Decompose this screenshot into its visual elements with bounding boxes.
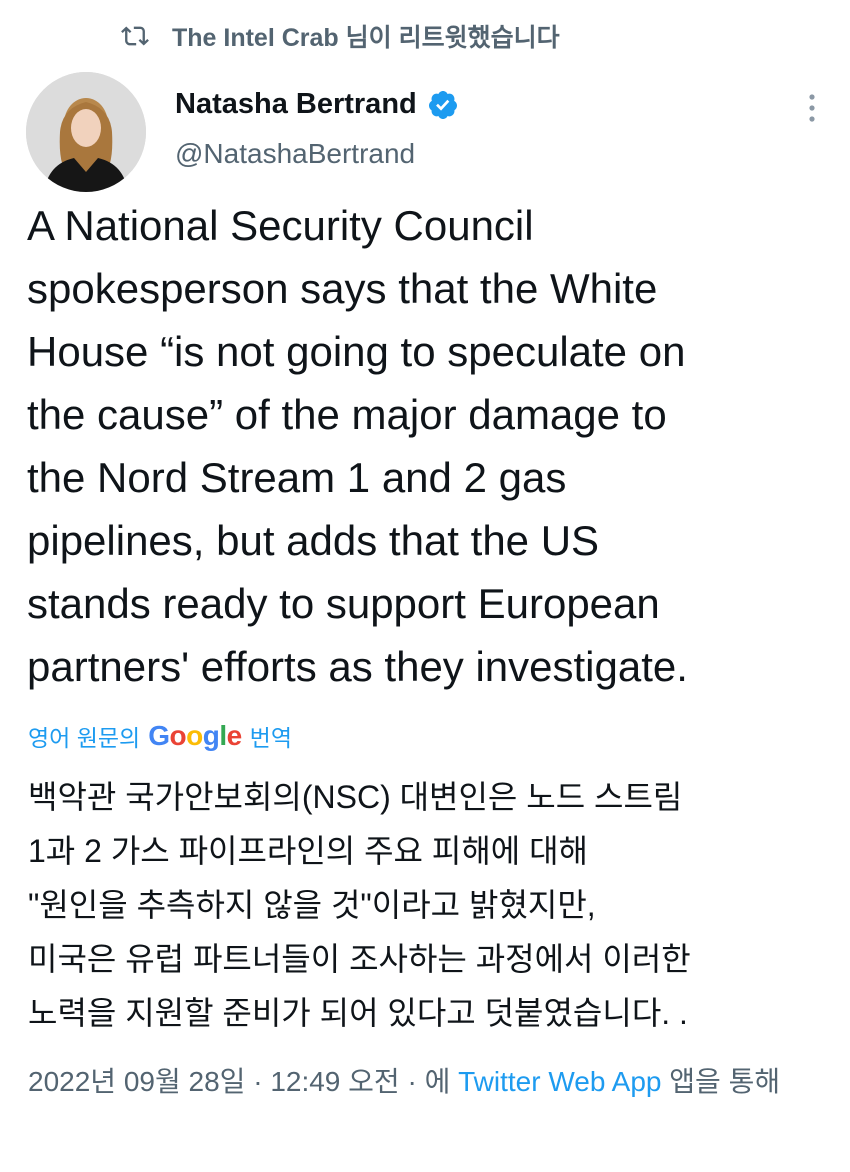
author-handle[interactable]: @NatashaBertrand [175, 138, 415, 170]
tweet-time[interactable]: 12:49 오전 [270, 1066, 399, 1097]
google-logo-letter: l [219, 720, 227, 751]
author-name-row[interactable]: Natasha Bertrand [175, 88, 459, 121]
more-options-icon[interactable] [806, 92, 818, 124]
google-logo: Google [148, 720, 243, 752]
retweet-icon [121, 26, 149, 46]
google-logo-letter: o [169, 720, 187, 751]
tweet-date[interactable]: 2022년 09월 28일 [28, 1066, 245, 1097]
meta-separator: · [399, 1066, 425, 1097]
via-suffix: 앱을 통해 [661, 1066, 781, 1097]
tweet-text: A National Security Council spokesperson… [27, 202, 688, 690]
retweet-context[interactable]: The Intel Crab 님이 리트윗했습니다 [118, 18, 560, 54]
google-logo-letter: e [226, 720, 243, 751]
retweet-label: The Intel Crab 님이 리트윗했습니다 [172, 24, 560, 52]
meta-separator: · [245, 1066, 271, 1097]
translation-attribution[interactable]: 영어 원문의 Google 번역 [28, 714, 292, 758]
profile-avatar[interactable] [26, 72, 146, 192]
google-logo-letter: G [148, 720, 170, 751]
verified-badge-icon [428, 90, 457, 119]
display-name[interactable]: Natasha Bertrand [175, 88, 417, 121]
avatar-image [26, 72, 146, 192]
tweet-metadata: 2022년 09월 28일 · 12:49 오전 · 에 Twitter Web… [28, 1060, 818, 1104]
google-logo-letter: o [186, 720, 203, 751]
translation-suffix: 번역 [249, 725, 292, 751]
translation-prefix: 영어 원문의 [28, 725, 141, 751]
google-logo-letter: g [202, 720, 220, 751]
via-prefix: 에 [424, 1066, 459, 1097]
translated-tweet-text: 백악관 국가안보회의(NSC) 대변인은 노드 스트림 1과 2 가스 파이프라… [28, 779, 691, 1031]
source-app-link[interactable]: Twitter Web App [458, 1066, 661, 1097]
